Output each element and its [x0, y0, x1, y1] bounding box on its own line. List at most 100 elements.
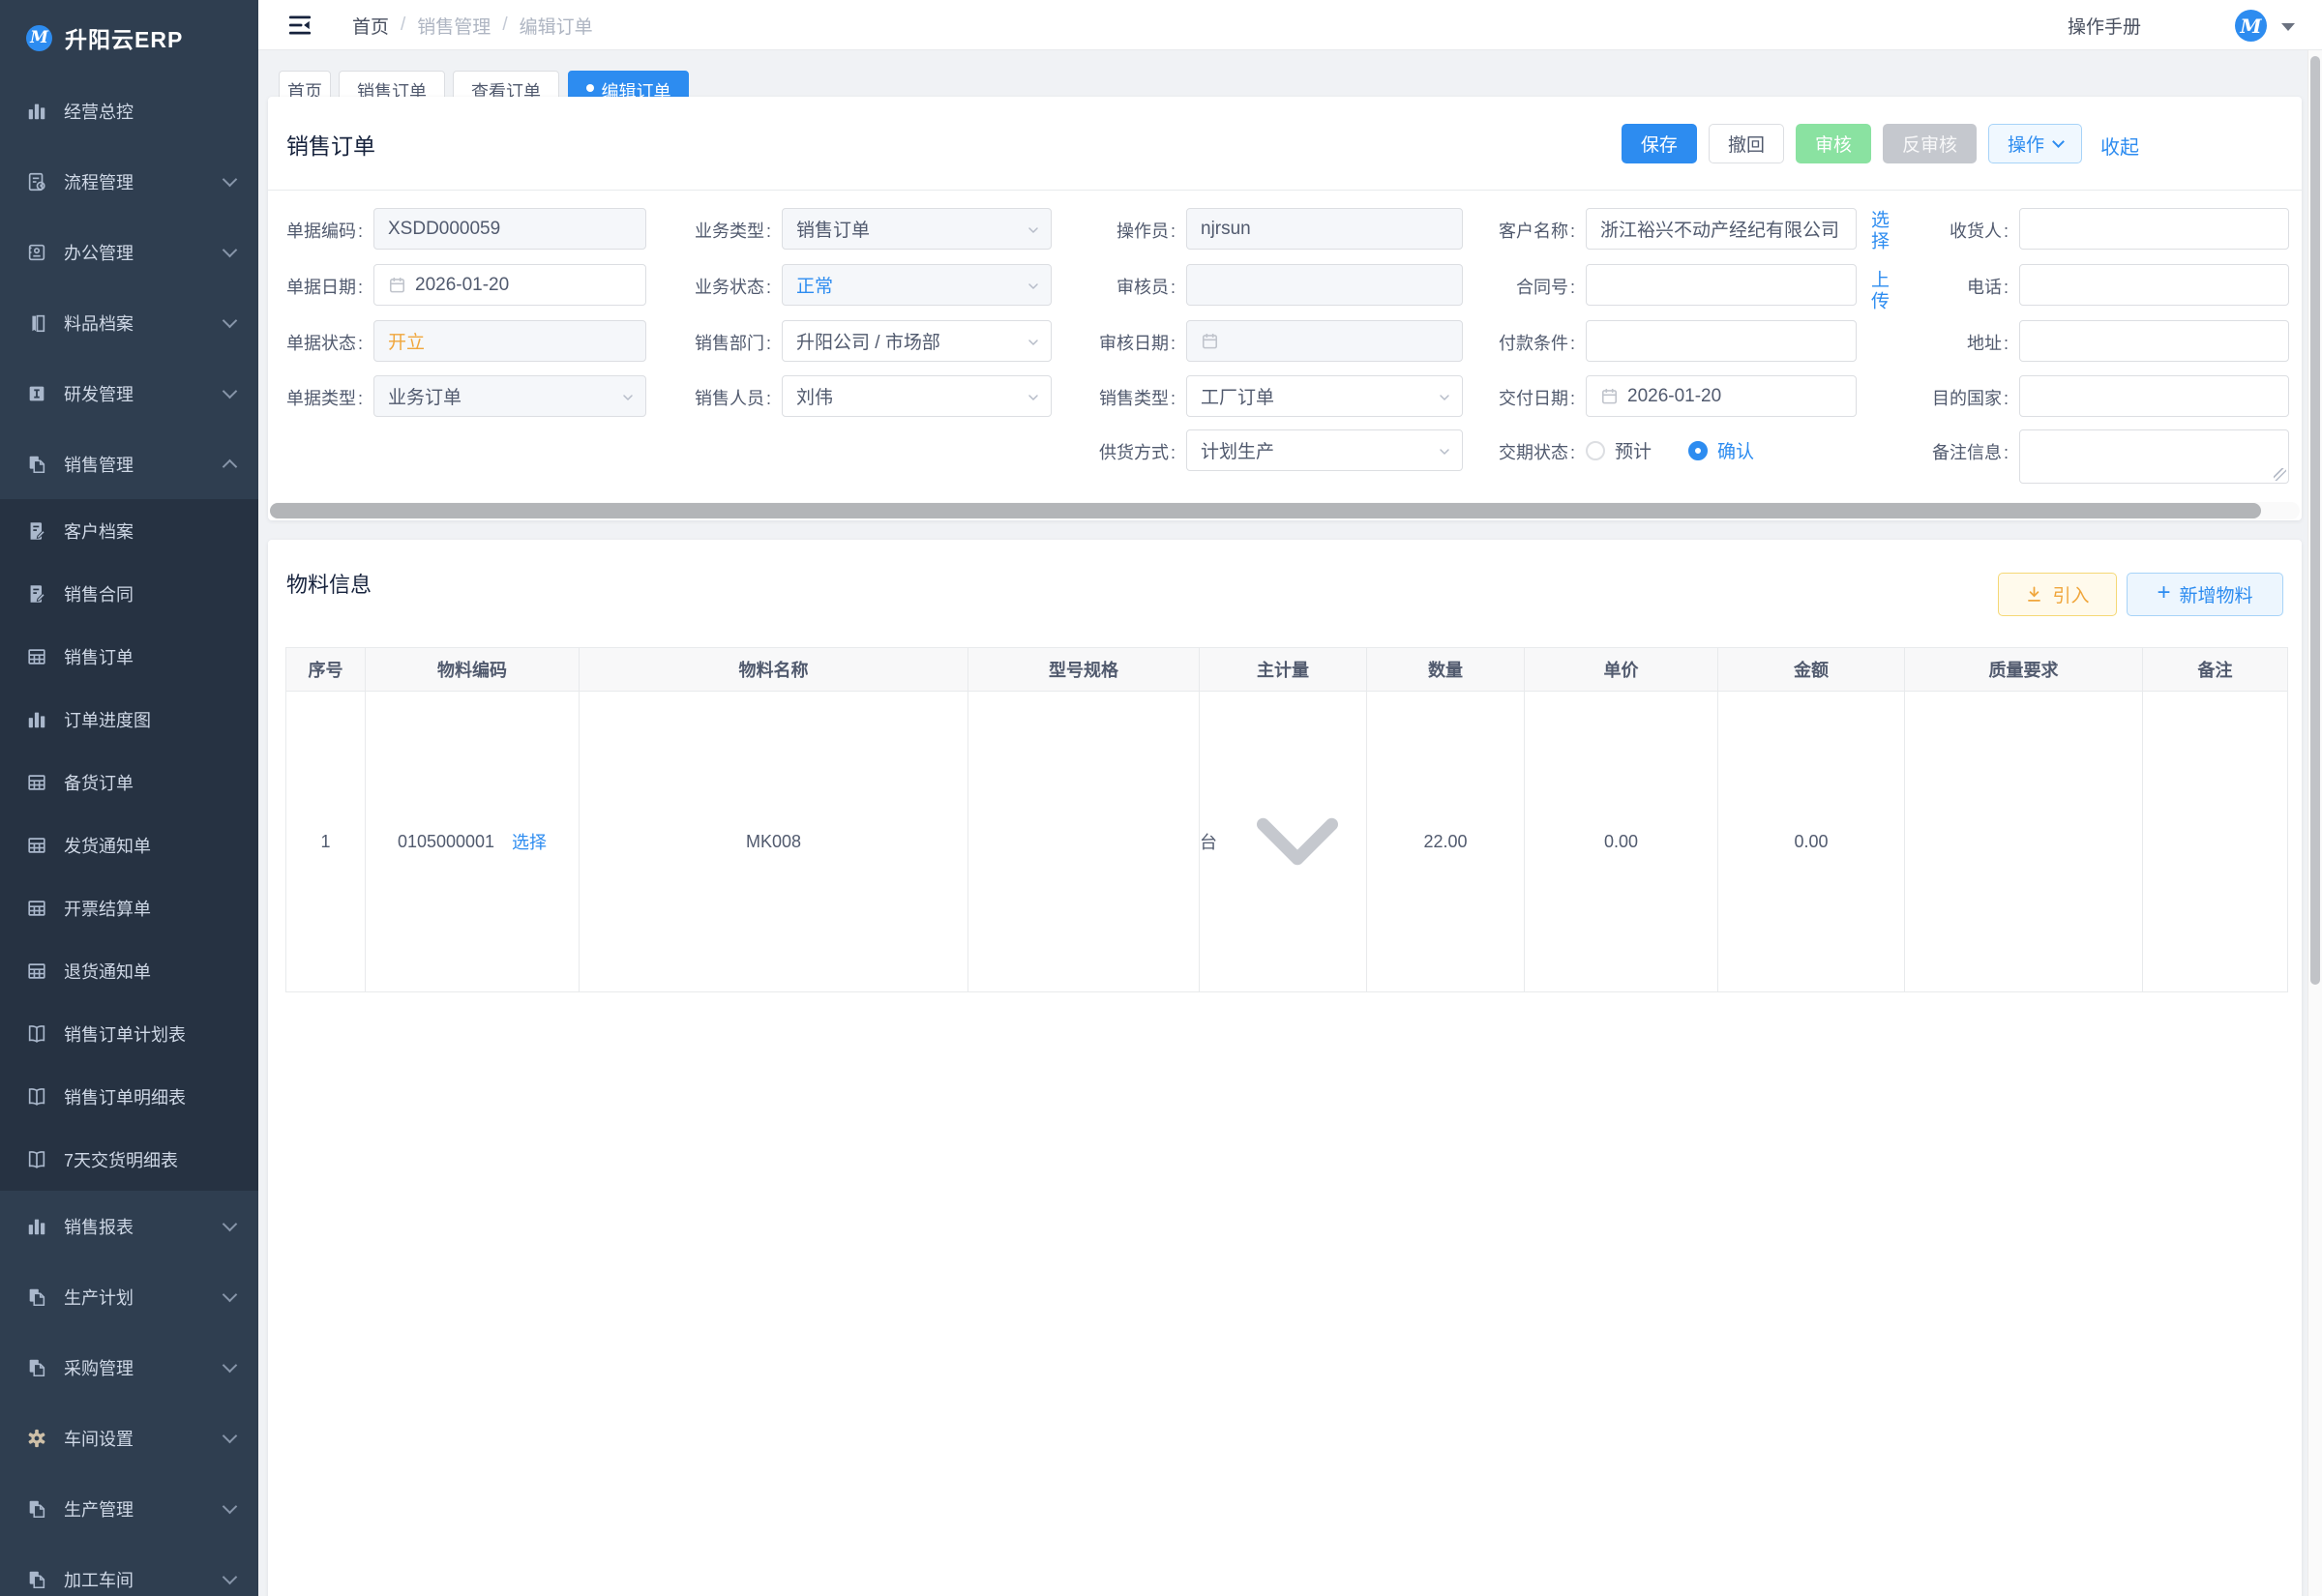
radio-label[interactable]: 预计 — [1615, 437, 1652, 463]
horizontal-scrollbar-thumb[interactable] — [270, 503, 2261, 518]
chart-icon — [26, 709, 47, 730]
chevron-down-icon — [1026, 335, 1041, 350]
import-button[interactable]: 引入 — [1998, 573, 2117, 616]
sidebar-item-销售管理[interactable]: 销售管理 — [0, 429, 258, 499]
horizontal-scrollbar[interactable] — [270, 502, 2300, 519]
chevron-down-icon — [620, 390, 636, 405]
pages-icon — [26, 1357, 47, 1378]
sidebar-item-销售订单[interactable]: 销售订单 — [0, 625, 258, 688]
sidebar-item-经营总控[interactable]: 经营总控 — [0, 75, 258, 146]
column-header-备注: 备注 — [2143, 648, 2288, 692]
menu-fold-icon[interactable] — [287, 13, 313, 38]
resize-grip-icon[interactable] — [2274, 468, 2286, 481]
sidebar-item-销售报表[interactable]: 销售报表 — [0, 1191, 258, 1261]
breadcrumb-item[interactable]: 编辑订单 — [520, 13, 593, 39]
grid-icon — [26, 646, 47, 667]
交付日期-input[interactable]: 2026-01-20 — [1586, 375, 1857, 417]
sidebar-item-7天交货明细表[interactable]: 7天交货明细表 — [0, 1128, 258, 1191]
table-row: 10105000001选择MK008台22.000.000.00 — [286, 692, 2288, 992]
付款条件-input[interactable] — [1586, 320, 1857, 362]
sidebar-nav: 经营总控流程管理办公管理料品档案研发管理销售管理客户档案销售合同销售订单订单进度… — [0, 75, 258, 1596]
sidebar-item-退货通知单[interactable]: 退货通知单 — [0, 939, 258, 1002]
收货人-input[interactable] — [2019, 208, 2289, 250]
radio-预计[interactable] — [1586, 441, 1605, 460]
单据日期-input[interactable]: 2026-01-20 — [373, 264, 646, 306]
button-label: 撤回 — [1728, 131, 1765, 157]
field-交期状态: 交期状态 预计 确认 — [1488, 429, 1781, 471]
sidebar-item-销售订单明细表[interactable]: 销售订单明细表 — [0, 1065, 258, 1128]
撤回-button[interactable]: 撤回 — [1709, 124, 1784, 163]
caret-down-icon[interactable] — [2281, 23, 2295, 31]
radio-确认[interactable] — [1688, 441, 1708, 460]
sidebar-item-销售订单计划表[interactable]: 销售订单计划表 — [0, 1002, 258, 1065]
sidebar-item-销售合同[interactable]: 销售合同 — [0, 562, 258, 625]
collapse-link[interactable]: 收起 — [2100, 132, 2139, 160]
sidebar-item-订单进度图[interactable]: 订单进度图 — [0, 688, 258, 751]
sidebar-item-流程管理[interactable]: 流程管理 — [0, 146, 258, 217]
操作-button[interactable]: 操作 — [1988, 124, 2082, 163]
反审核-button[interactable]: 反审核 — [1883, 124, 1977, 163]
chevron-down-icon — [223, 1569, 238, 1584]
column-header-单价: 单价 — [1525, 648, 1718, 692]
field-label: 单据日期 — [276, 264, 363, 299]
sidebar-item-加工车间[interactable]: 加工车间 — [0, 1544, 258, 1596]
供货方式-input[interactable]: 计划生产 — [1186, 429, 1463, 471]
地址-input[interactable] — [2019, 320, 2289, 362]
上传-link[interactable]: 上传 — [1867, 270, 1889, 312]
保存-button[interactable]: 保存 — [1622, 124, 1697, 163]
sidebar-item-备货订单[interactable]: 备货订单 — [0, 751, 258, 813]
active-tab-dot-icon — [586, 84, 594, 92]
breadcrumb-item[interactable]: 首页 — [352, 13, 389, 39]
app-window: M 升阳云ERP 经营总控流程管理办公管理料品档案研发管理销售管理客户档案销售合… — [0, 0, 2322, 1596]
电话-input[interactable] — [2019, 264, 2289, 306]
sidebar-item-办公管理[interactable]: 办公管理 — [0, 217, 258, 287]
sidebar-item-车间设置[interactable]: 车间设置 — [0, 1403, 258, 1473]
avatar[interactable]: M — [2235, 10, 2267, 42]
审核-button[interactable]: 审核 — [1796, 124, 1871, 163]
sidebar-item-客户档案[interactable]: 客户档案 — [0, 499, 258, 562]
目的国家-input[interactable] — [2019, 375, 2289, 417]
销售类型-input[interactable]: 工厂订单 — [1186, 375, 1463, 417]
field-操作员: 操作员njrsun — [1088, 208, 1463, 250]
sidebar-item-label: 销售订单计划表 — [64, 1021, 186, 1047]
备注信息-input[interactable] — [2019, 429, 2289, 484]
sidebar-item-label: 加工车间 — [64, 1567, 134, 1592]
合同号-input[interactable] — [1586, 264, 1857, 306]
销售部门-input[interactable]: 升阳公司 / 市场部 — [782, 320, 1052, 362]
column-header-质量要求: 质量要求 — [1905, 648, 2143, 692]
sidebar-item-料品档案[interactable]: 料品档案 — [0, 287, 258, 358]
cell-质量要求 — [1905, 692, 2143, 992]
sidebar-item-研发管理[interactable]: 研发管理 — [0, 358, 258, 429]
field-label: 客户名称 — [1488, 208, 1575, 243]
field-label: 交期状态 — [1488, 429, 1575, 464]
客户名称-input[interactable]: 浙江裕兴不动产经纪有限公司 — [1586, 208, 1857, 250]
sidebar-item-label: 退货通知单 — [64, 959, 151, 984]
field-电话: 电话 — [1921, 264, 2289, 306]
sidebar-item-label: 经营总控 — [64, 99, 134, 124]
sidebar-item-开票结算单[interactable]: 开票结算单 — [0, 876, 258, 939]
breadcrumb-item[interactable]: 销售管理 — [417, 13, 491, 39]
chevron-down-icon — [1026, 390, 1041, 405]
cell-备注 — [2143, 692, 2288, 992]
vertical-scrollbar-thumb[interactable] — [2310, 56, 2320, 985]
calendar-icon — [1201, 332, 1219, 350]
book-icon — [26, 1149, 47, 1170]
销售人员-input[interactable]: 刘伟 — [782, 375, 1052, 417]
field-审核日期: 审核日期 — [1088, 320, 1463, 362]
add-material-button[interactable]: + 新增物料 — [2127, 573, 2283, 616]
field-合同号: 合同号 — [1488, 264, 1857, 306]
chevron-down-icon — [1437, 444, 1452, 459]
sidebar-item-发货通知单[interactable]: 发货通知单 — [0, 813, 258, 876]
radio-label[interactable]: 确认 — [1717, 437, 1754, 463]
选择-link[interactable]: 选择 — [1867, 210, 1889, 252]
sidebar-item-采购管理[interactable]: 采购管理 — [0, 1332, 258, 1403]
column-header-序号: 序号 — [286, 648, 366, 692]
manual-link[interactable]: 操作手册 — [2068, 0, 2141, 50]
select-material-link[interactable]: 选择 — [512, 829, 547, 854]
field-单据状态: 单据状态开立 — [276, 320, 646, 362]
vertical-scrollbar[interactable] — [2307, 50, 2322, 1596]
sidebar-item-生产计划[interactable]: 生产计划 — [0, 1261, 258, 1332]
sidebar-item-生产管理[interactable]: 生产管理 — [0, 1473, 258, 1544]
field-付款条件: 付款条件 — [1488, 320, 1857, 362]
chevron-down-icon — [223, 312, 238, 328]
